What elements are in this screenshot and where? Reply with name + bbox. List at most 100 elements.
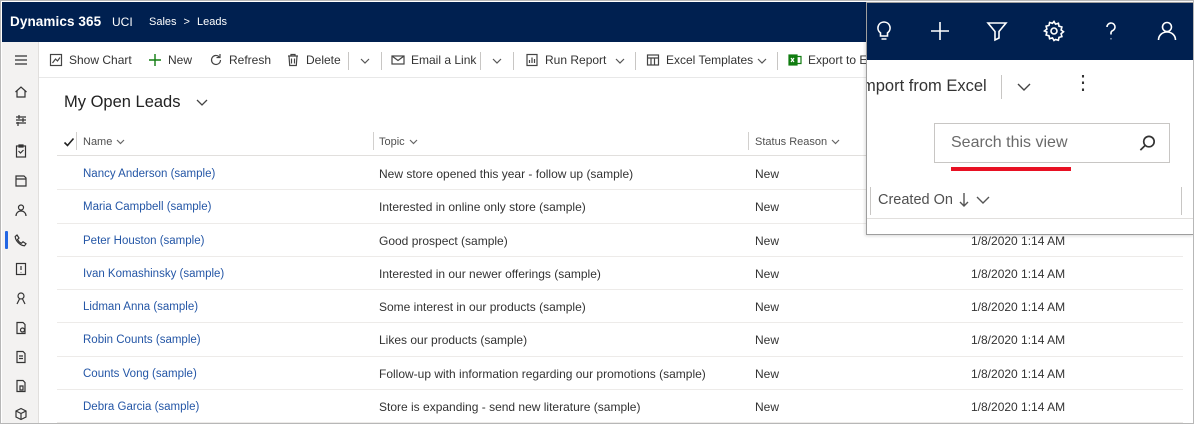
refresh-button[interactable]: Refresh	[209, 42, 271, 78]
excel-templates-button[interactable]: Excel Templates	[646, 42, 753, 78]
new-button[interactable]: New	[148, 42, 192, 78]
chevron-down-icon	[116, 139, 125, 145]
chart-icon	[49, 53, 63, 67]
lead-status-reason: New	[755, 400, 780, 415]
lead-created-on: 1/8/2020 1:14 AM	[971, 233, 1066, 248]
excel-templates-label: Excel Templates	[666, 53, 754, 67]
breadcrumb-leads[interactable]: Leads	[197, 16, 227, 28]
leads-icon[interactable]	[2, 228, 39, 252]
view-selector-title[interactable]: My Open Leads	[64, 93, 180, 112]
lead-topic: Store is expanding - send new literature…	[379, 400, 641, 415]
contacts-icon[interactable]	[2, 198, 39, 222]
show-chart-button[interactable]: Show Chart	[49, 42, 132, 78]
column-header-name[interactable]: Name	[83, 128, 125, 155]
table-row[interactable]: Ivan Komashinsky (sample) Interested in o…	[57, 257, 1183, 291]
table-row[interactable]: Lidman Anna (sample) Some interest in our…	[57, 290, 1183, 324]
lead-name-link[interactable]: Lidman Anna (sample)	[83, 301, 198, 313]
chevron-down-icon	[976, 196, 990, 204]
lead-topic: Interested in online only store (sample)	[379, 200, 586, 215]
divider	[635, 52, 636, 70]
pinned-icon[interactable]	[2, 139, 39, 163]
lead-name-link[interactable]: Counts Vong (sample)	[83, 368, 197, 380]
gear-icon[interactable]	[1040, 17, 1068, 45]
lead-topic: Good prospect (sample)	[379, 233, 508, 248]
recent-icon[interactable]	[2, 109, 39, 133]
lead-created-on: 1/8/2020 1:14 AM	[971, 300, 1066, 315]
search-view-box	[934, 123, 1170, 163]
column-header-status[interactable]: Status Reason	[755, 128, 840, 155]
plus-icon	[149, 54, 161, 66]
delete-label: Delete	[306, 53, 341, 67]
home-icon[interactable]	[2, 80, 39, 104]
lead-status-reason: New	[755, 366, 780, 381]
lead-topic: Follow-up with information regarding our…	[379, 366, 706, 381]
help-icon[interactable]	[1097, 17, 1125, 45]
lead-name-link[interactable]: Nancy Anderson (sample)	[83, 168, 215, 180]
search-input[interactable]	[951, 133, 1131, 153]
app-window: Dynamics 365 UCI Sales > Leads Show Char…	[0, 0, 1194, 424]
command-bar: Show Chart New Refresh Delete Email a Li…	[39, 42, 869, 78]
zoom-callout: mport from Excel ⋮ Created On	[866, 2, 1193, 235]
opportunities-icon[interactable]	[2, 257, 39, 281]
divider	[513, 52, 514, 70]
column-header-topic[interactable]: Topic	[379, 128, 418, 155]
table-row[interactable]: Counts Vong (sample) Follow-up with infor…	[57, 357, 1183, 391]
new-label: New	[168, 53, 193, 67]
chevron-down-icon[interactable]	[1016, 80, 1032, 99]
lead-created-on: 1/8/2020 1:14 AM	[971, 333, 1066, 348]
chevron-down-icon	[409, 139, 418, 145]
excel-template-icon	[646, 54, 660, 66]
chevron-down-icon	[831, 139, 840, 145]
competitors-icon[interactable]	[2, 286, 39, 310]
report-icon	[526, 53, 538, 67]
lead-name-link[interactable]: Ivan Komashinsky (sample)	[83, 268, 224, 280]
table-row[interactable]: Debra Garcia (sample) Store is expanding …	[57, 390, 1183, 423]
app-name[interactable]: Dynamics 365	[10, 14, 101, 29]
export-excel-button[interactable]: Export to E	[788, 42, 867, 78]
show-chart-label: Show Chart	[69, 53, 132, 67]
breadcrumb-sales[interactable]: Sales	[149, 16, 177, 28]
email-link-button[interactable]: Email a Link	[391, 42, 476, 78]
lead-created-on: 1/8/2020 1:14 AM	[971, 366, 1066, 381]
chevron-down-icon[interactable]	[756, 54, 768, 66]
chevron-down-icon[interactable]	[359, 54, 371, 66]
chevron-down-icon[interactable]	[195, 96, 209, 108]
divider	[777, 52, 778, 70]
lightbulb-icon[interactable]	[870, 17, 898, 45]
invoices-icon[interactable]	[2, 374, 39, 398]
divider	[381, 52, 382, 70]
lead-status-reason: New	[755, 300, 780, 315]
column-divider	[1181, 187, 1182, 215]
lead-status-reason: New	[755, 333, 780, 348]
orders-icon[interactable]	[2, 345, 39, 369]
delete-button[interactable]: Delete	[286, 42, 341, 78]
chevron-down-icon[interactable]	[491, 54, 503, 66]
run-report-button[interactable]: Run Report	[525, 42, 606, 78]
highlight-underline	[951, 167, 1071, 171]
filter-icon[interactable]	[983, 17, 1011, 45]
column-topic-label: Topic	[379, 135, 405, 148]
plus-icon[interactable]	[926, 17, 954, 45]
user-icon[interactable]	[1153, 17, 1181, 45]
dashboards-icon[interactable]	[2, 169, 39, 193]
lead-name-link[interactable]: Robin Counts (sample)	[83, 334, 201, 346]
email-icon	[391, 55, 405, 65]
more-commands-icon[interactable]: ⋮	[1073, 73, 1093, 93]
lead-topic: New store opened this year - follow up (…	[379, 167, 634, 181]
search-icon[interactable]	[1138, 134, 1157, 158]
divider	[480, 52, 481, 70]
table-row[interactable]: Robin Counts (sample) Likes our products …	[57, 323, 1183, 357]
hamburger-menu-icon[interactable]	[2, 48, 39, 72]
divider	[348, 52, 349, 70]
lead-name-link[interactable]: Debra Garcia (sample)	[83, 401, 199, 413]
lead-topic: Likes our products (sample)	[379, 333, 528, 348]
column-header-created-on[interactable]: Created On	[867, 185, 1193, 219]
lead-name-link[interactable]: Peter Houston (sample)	[83, 235, 204, 247]
quotes-icon[interactable]	[2, 316, 39, 340]
trash-icon	[288, 53, 298, 67]
products-icon[interactable]	[2, 402, 39, 423]
chevron-down-icon[interactable]	[614, 54, 626, 66]
app-short-name[interactable]: UCI	[112, 15, 133, 29]
import-from-excel-button[interactable]: mport from Excel	[867, 77, 987, 96]
lead-name-link[interactable]: Maria Campbell (sample)	[83, 201, 211, 213]
